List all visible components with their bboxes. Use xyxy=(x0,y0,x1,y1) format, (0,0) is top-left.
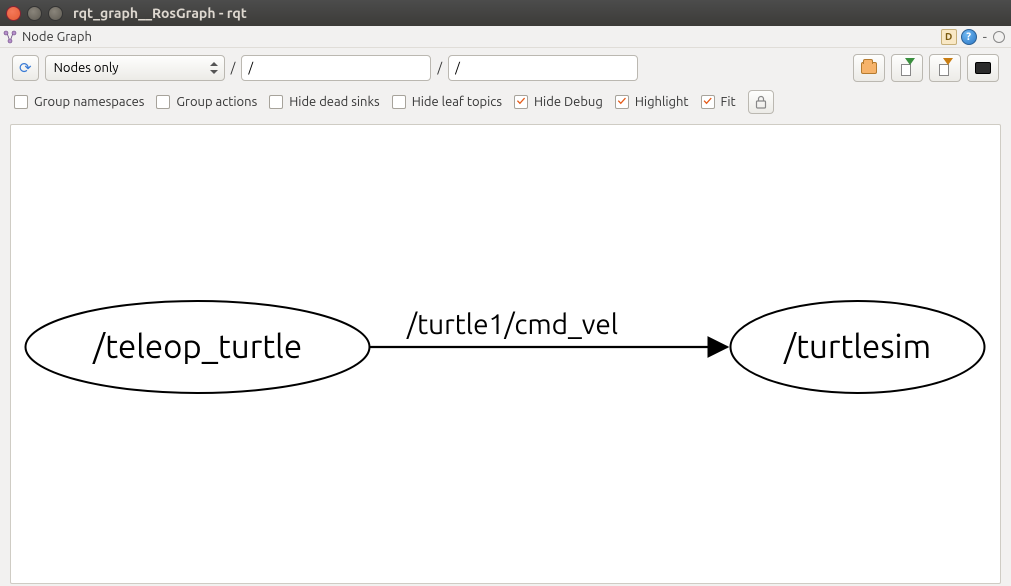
plugin-header: Node Graph D ? - xyxy=(0,26,1011,48)
save-button[interactable] xyxy=(891,54,923,82)
node-filter-input[interactable] xyxy=(448,55,638,81)
node-filter-label: / xyxy=(437,61,442,75)
maximize-icon[interactable] xyxy=(48,6,63,21)
checkbox-icon xyxy=(14,95,28,109)
graph-canvas[interactable]: /teleop_turtle /turtlesim /turtle1/cmd_v… xyxy=(10,124,1001,584)
checkbox-icon xyxy=(269,95,283,109)
hide-leaf-topics-checkbox[interactable]: Hide leaf topics xyxy=(392,95,502,109)
filter-mode-dropdown[interactable]: Nodes only xyxy=(45,55,225,81)
checkbox-icon xyxy=(514,95,528,109)
options-row: Group namespaces Group actions Hide dead… xyxy=(0,86,1011,122)
checkbox-icon xyxy=(156,95,170,109)
checkbox-label: Hide dead sinks xyxy=(289,95,379,109)
filter-mode-value: Nodes only xyxy=(54,61,119,75)
save-all-button[interactable] xyxy=(929,54,961,82)
undock-dash[interactable]: - xyxy=(983,28,987,45)
graph-edge-label: /turtle1/cmd_vel xyxy=(406,309,618,340)
checkbox-label: Group namespaces xyxy=(34,95,144,109)
float-icon[interactable] xyxy=(993,31,1005,43)
refresh-icon: ⟳ xyxy=(19,59,32,77)
open-button[interactable] xyxy=(853,54,885,82)
folder-icon xyxy=(861,62,877,74)
checkbox-label: Group actions xyxy=(176,95,257,109)
window-titlebar: rqt_graph__RosGraph - rqt xyxy=(0,0,1011,26)
hide-debug-checkbox[interactable]: Hide Debug xyxy=(514,95,603,109)
plugin-title: Node Graph xyxy=(22,30,92,44)
checkbox-icon xyxy=(615,95,629,109)
highlight-checkbox[interactable]: Highlight xyxy=(615,95,689,109)
topic-filter-label: / xyxy=(231,61,236,75)
refresh-button[interactable]: ⟳ xyxy=(12,55,39,81)
group-actions-checkbox[interactable]: Group actions xyxy=(156,95,257,109)
minimize-icon[interactable] xyxy=(27,6,42,21)
close-icon[interactable] xyxy=(6,6,21,21)
checkbox-icon xyxy=(701,95,715,109)
checkbox-label: Fit xyxy=(721,95,736,109)
checkbox-label: Highlight xyxy=(635,95,689,109)
lock-zoom-button[interactable] xyxy=(748,90,774,114)
screen-icon xyxy=(975,62,991,74)
lock-icon xyxy=(755,95,767,109)
group-namespaces-checkbox[interactable]: Group namespaces xyxy=(14,95,144,109)
graph-node-label: /turtlesim xyxy=(783,328,931,365)
checkbox-label: Hide Debug xyxy=(534,95,603,109)
fit-checkbox[interactable]: Fit xyxy=(701,95,736,109)
screenshot-button[interactable] xyxy=(967,54,999,82)
dock-badge-icon[interactable]: D xyxy=(941,29,957,45)
hide-dead-sinks-checkbox[interactable]: Hide dead sinks xyxy=(269,95,379,109)
topic-filter-input[interactable] xyxy=(241,55,431,81)
save-all-icon xyxy=(937,60,953,76)
checkbox-icon xyxy=(392,95,406,109)
save-icon xyxy=(899,60,915,76)
window-title: rqt_graph__RosGraph - rqt xyxy=(73,5,247,21)
node-graph-icon xyxy=(2,29,18,45)
graph-node-label: /teleop_turtle xyxy=(92,328,302,365)
help-icon[interactable]: ? xyxy=(961,29,977,45)
checkbox-label: Hide leaf topics xyxy=(412,95,502,109)
toolbar: ⟳ Nodes only / / xyxy=(0,48,1011,86)
